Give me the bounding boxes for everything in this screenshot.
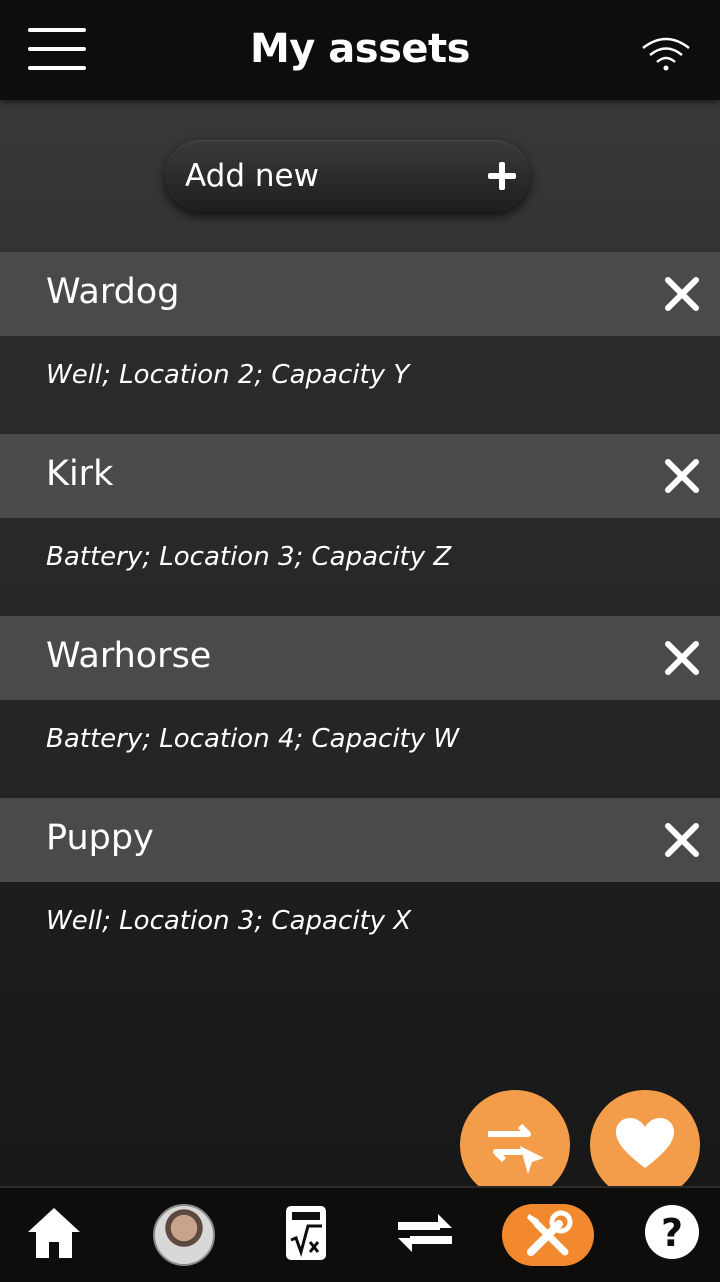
asset-header[interactable]: Warhorse [0, 616, 720, 700]
asset-name: Wardog [46, 272, 180, 312]
transfer-icon [398, 1214, 452, 1252]
asset-description: Well; Location 3; Capacity X [46, 906, 412, 936]
asset-description: Battery; Location 3; Capacity Z [46, 542, 452, 572]
asset-name: Kirk [46, 454, 114, 494]
calculator-nav-button[interactable] [284, 1204, 328, 1266]
heart-icon [616, 1118, 674, 1168]
asset-detail: Well; Location 3; Capacity X [0, 882, 720, 980]
transfer-nav-button[interactable] [398, 1204, 452, 1266]
bottom-nav-bar: ? [0, 1186, 720, 1282]
close-icon[interactable] [664, 822, 700, 858]
plus-icon [488, 162, 516, 190]
wifi-icon [642, 37, 690, 71]
asset-item: Warhorse Battery; Location 4; Capacity W [0, 616, 720, 798]
asset-name: Warhorse [46, 636, 212, 676]
tools-nav-button[interactable] [502, 1204, 594, 1266]
top-bar: My assets [0, 0, 720, 100]
avatar[interactable] [153, 1204, 215, 1266]
asset-detail: Well; Location 2; Capacity Y [0, 336, 720, 434]
asset-description: Well; Location 2; Capacity Y [46, 360, 410, 390]
add-new-label: Add new [185, 158, 319, 194]
home-nav-button[interactable] [26, 1204, 82, 1266]
asset-item: Kirk Battery; Location 3; Capacity Z [0, 434, 720, 616]
asset-detail: Battery; Location 4; Capacity W [0, 700, 720, 798]
asset-header[interactable]: Kirk [0, 434, 720, 518]
svg-text:?: ? [661, 1211, 683, 1255]
add-new-button[interactable]: Add new [165, 140, 530, 212]
help-icon: ? [645, 1205, 699, 1259]
favorite-fab-button[interactable] [590, 1090, 700, 1200]
asset-detail: Battery; Location 3; Capacity Z [0, 518, 720, 616]
asset-item: Wardog Well; Location 2; Capacity Y [0, 252, 720, 434]
close-icon[interactable] [664, 640, 700, 676]
home-icon [28, 1208, 80, 1258]
transfer-icon [488, 1123, 544, 1174]
asset-item: Puppy Well; Location 3; Capacity X [0, 798, 720, 980]
close-icon[interactable] [664, 458, 700, 494]
close-icon[interactable] [664, 276, 700, 312]
tools-icon [527, 1210, 573, 1256]
asset-header[interactable]: Wardog [0, 252, 720, 336]
asset-name: Puppy [46, 818, 154, 858]
asset-header[interactable]: Puppy [0, 798, 720, 882]
help-nav-button[interactable]: ? [644, 1204, 700, 1266]
transfer-fab-button[interactable] [460, 1090, 570, 1200]
asset-description: Battery; Location 4; Capacity W [46, 724, 460, 754]
page-title: My assets [250, 26, 470, 72]
calculator-icon [286, 1206, 326, 1260]
